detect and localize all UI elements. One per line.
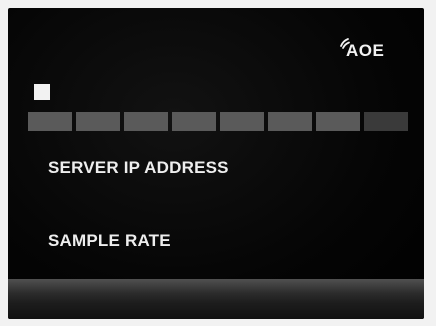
menu-item-server-ip-address[interactable]: SERVER IP ADDRESS <box>48 158 229 178</box>
device-frame: AOE SERVER IP ADDRESS SAMPLE RATE <box>0 0 436 326</box>
aoe-logo: AOE <box>338 36 408 66</box>
progress-segment <box>316 112 360 131</box>
progress-segment <box>172 112 216 131</box>
bottom-bar <box>8 279 424 319</box>
display-screen: AOE SERVER IP ADDRESS SAMPLE RATE <box>8 8 424 319</box>
progress-segment <box>124 112 168 131</box>
progress-segment <box>268 112 312 131</box>
progress-segment-empty <box>364 112 408 131</box>
logo-text: AOE <box>346 41 385 60</box>
progress-segment <box>220 112 264 131</box>
progress-bar <box>28 112 408 131</box>
menu-item-sample-rate[interactable]: SAMPLE RATE <box>48 231 171 251</box>
square-indicator-icon <box>34 84 50 100</box>
progress-segment <box>28 112 72 131</box>
progress-segment <box>76 112 120 131</box>
